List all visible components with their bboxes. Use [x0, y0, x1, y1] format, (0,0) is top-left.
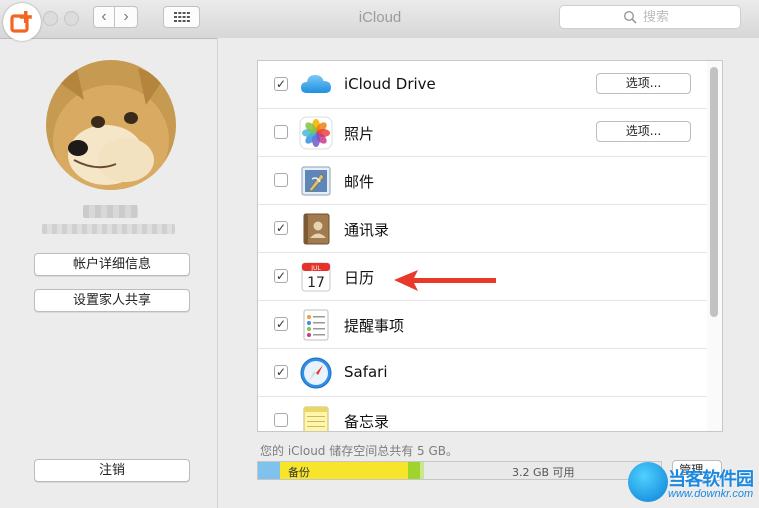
service-label: 日历 [344, 269, 375, 287]
calendar-icon: JUL 17 [301, 262, 331, 292]
search-input[interactable] [643, 9, 677, 25]
minimize-window-button[interactable] [43, 11, 58, 26]
service-label: 备忘录 [344, 413, 390, 431]
red-arrow-icon [394, 270, 496, 291]
avatar[interactable] [46, 60, 176, 190]
scrollbar-thumb[interactable] [710, 67, 718, 317]
contacts-checkbox[interactable]: ✓ [274, 221, 288, 235]
grid-icon [173, 12, 190, 22]
photos-icon [299, 116, 333, 150]
list-item: ✓ 通讯录 [258, 205, 708, 253]
backup-label: 备份 [288, 466, 310, 479]
storage-segment-docs [408, 462, 420, 479]
service-label: iCloud Drive [344, 75, 436, 93]
account-email-redacted [42, 224, 175, 234]
photos-options-button[interactable]: 选项... [596, 121, 691, 142]
contacts-icon [303, 213, 330, 245]
calendar-month-text: JUL [310, 265, 321, 272]
mail-icon [301, 166, 331, 196]
list-item: ✓ 提醒事项 [258, 301, 708, 349]
account-name-redacted [83, 205, 138, 218]
list-item: ✓ Safari [258, 349, 708, 397]
reminders-icon [303, 309, 329, 341]
storage-segment-other [258, 462, 280, 479]
reminders-checkbox[interactable]: ✓ [274, 317, 288, 331]
free-space-label: 3.2 GB 可用 [512, 466, 575, 479]
safari-icon [300, 357, 332, 389]
icloud-drive-options-button[interactable]: 选项... [596, 73, 691, 94]
calendar-checkbox[interactable]: ✓ [274, 269, 288, 283]
notes-icon [303, 406, 329, 431]
list-item: 照片 选项... [258, 109, 708, 157]
family-sharing-button[interactable]: 设置家人共享 [34, 289, 190, 312]
list-item: 备忘录 [258, 397, 708, 431]
icloud-drive-checkbox[interactable]: ✓ [274, 77, 288, 91]
storage-summary: 您的 iCloud 储存空间总共有 5 GB。 [260, 444, 459, 458]
service-label: 通讯录 [344, 221, 390, 239]
storage-segment-misc [420, 462, 424, 479]
title-bar: ‹ › iCloud [0, 0, 759, 39]
service-label: 提醒事项 [344, 317, 405, 335]
notes-checkbox[interactable] [274, 413, 288, 427]
list-item: ✓ iCloud Drive 选项... [258, 61, 708, 109]
watermark: 当客软件园 www.downkr.com [628, 462, 758, 506]
icloud-drive-icon [301, 75, 331, 93]
back-button[interactable]: ‹ [93, 6, 115, 28]
photos-checkbox[interactable] [274, 125, 288, 139]
site-logo [3, 3, 41, 41]
window-title: iCloud [358, 9, 402, 26]
icloud-preferences-window: ‹ › iCloud 搜索 帐户详细信息 设置家人共享 注销 ✓ iCloud … [0, 0, 759, 508]
sign-out-button[interactable]: 注销 [34, 459, 190, 482]
account-details-button[interactable]: 帐户详细信息 [34, 253, 190, 276]
forward-button[interactable]: › [115, 6, 138, 28]
watermark-logo-icon [628, 462, 668, 502]
watermark-url: www.downkr.com [668, 488, 754, 500]
zoom-window-button[interactable] [64, 11, 79, 26]
service-label: 邮件 [344, 173, 375, 191]
logo-icon [10, 11, 32, 33]
service-label: Safari [344, 363, 388, 381]
show-all-button[interactable] [163, 6, 200, 28]
safari-checkbox[interactable]: ✓ [274, 365, 288, 379]
storage-bar: 备份 3.2 GB 可用 [257, 461, 662, 480]
search-icon [623, 10, 637, 24]
avatar-dog-image [46, 60, 176, 190]
mail-checkbox[interactable] [274, 173, 288, 187]
search-field[interactable] [559, 5, 741, 29]
list-item: 邮件 [258, 157, 708, 205]
services-list: ✓ iCloud Drive 选项... 照片 选项... 邮件 ✓ 通讯录 ✓… [257, 60, 723, 432]
service-label: 照片 [344, 125, 375, 143]
calendar-day-text: 17 [307, 275, 325, 291]
